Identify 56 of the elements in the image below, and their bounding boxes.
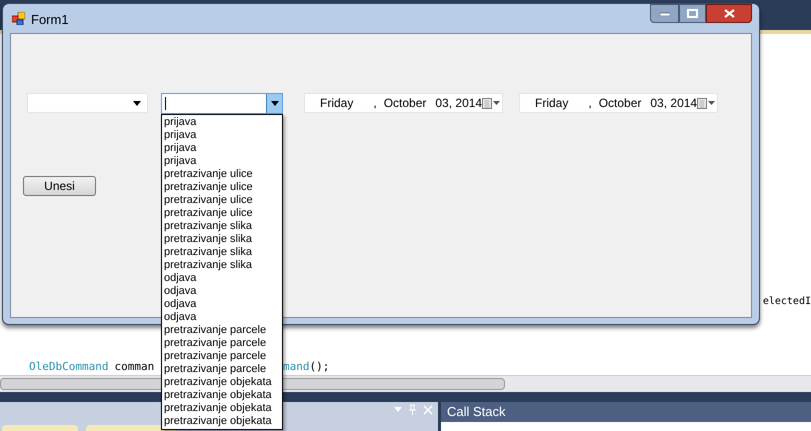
maximize-icon (687, 9, 698, 18)
dropdown-button[interactable] (266, 94, 282, 113)
list-item[interactable]: pretrazivanje slika (164, 259, 282, 272)
list-item[interactable]: pretrazivanje ulice (164, 168, 282, 181)
code-text: comman (114, 359, 154, 375)
list-item[interactable]: odjava (164, 298, 282, 311)
list-item[interactable]: pretrazivanje objekata (164, 402, 282, 415)
list-item[interactable]: pretrazivanje ulice (164, 181, 282, 194)
text-cursor (165, 97, 166, 110)
list-item[interactable]: prijava (164, 129, 282, 142)
date-picker[interactable]: Friday , October 03, 2014 (304, 93, 503, 113)
caret-icon (133, 100, 141, 106)
list-item[interactable]: pretrazivanje ulice (164, 207, 282, 220)
list-item[interactable]: prijava (164, 155, 282, 168)
list-item[interactable]: prijava (164, 142, 282, 155)
calendar-icon[interactable] (697, 98, 716, 108)
list-item[interactable]: odjava (164, 285, 282, 298)
window-title: Form1 (31, 11, 69, 29)
list-item[interactable]: pretrazivanje slika (164, 220, 282, 233)
date-picker[interactable]: Friday , October 03, 2014 (519, 93, 718, 113)
dropdown-field[interactable] (161, 93, 283, 114)
list-item[interactable]: pretrazivanje objekata (164, 376, 282, 389)
list-item[interactable]: pretrazivanje objekata (164, 415, 282, 428)
panel-title: Call Stack (441, 402, 811, 422)
list-item[interactable]: pretrazivanje objekata (164, 389, 282, 402)
code-text: OleDbCommand (29, 359, 108, 375)
list-item[interactable]: pretrazivanje slika (164, 246, 282, 259)
list-item[interactable]: odjava (164, 272, 282, 285)
date-separator: , (588, 95, 592, 112)
minimize-button[interactable] (650, 4, 679, 23)
code-text: mand (283, 359, 310, 375)
close-icon (724, 9, 734, 18)
code-text: electedI (762, 295, 811, 309)
caret-icon (270, 101, 278, 106)
maximize-button[interactable] (679, 4, 706, 23)
code-text: (); (310, 359, 330, 375)
list-item[interactable]: pretrazivanje parcele (164, 363, 282, 376)
list-item[interactable]: pretrazivanje parcele (164, 350, 282, 363)
date-day-year: 03, 2014 (650, 95, 698, 112)
date-weekday: Friday (535, 95, 568, 112)
close-button[interactable] (706, 4, 752, 23)
unesi-button[interactable]: Unesi (23, 176, 96, 196)
list-item[interactable]: pretrazivanje slika (164, 233, 282, 246)
list-item[interactable]: pretrazivanje ulice (164, 194, 282, 207)
list-item[interactable]: pretrazivanje parcele (164, 324, 282, 337)
date-weekday: Friday (320, 95, 354, 112)
date-day-year: 03, 2014 (435, 95, 482, 112)
calendar-icon[interactable] (482, 98, 502, 108)
app-icon (12, 12, 25, 25)
date-separator: , (373, 95, 377, 112)
date-month: October (384, 95, 426, 112)
minimize-icon (660, 12, 670, 16)
list-item[interactable]: pretrazivanje parcele (164, 337, 282, 350)
list-item[interactable]: odjava (164, 311, 282, 324)
list-item[interactable]: prijava (164, 116, 282, 129)
date-month: October (598, 95, 642, 112)
